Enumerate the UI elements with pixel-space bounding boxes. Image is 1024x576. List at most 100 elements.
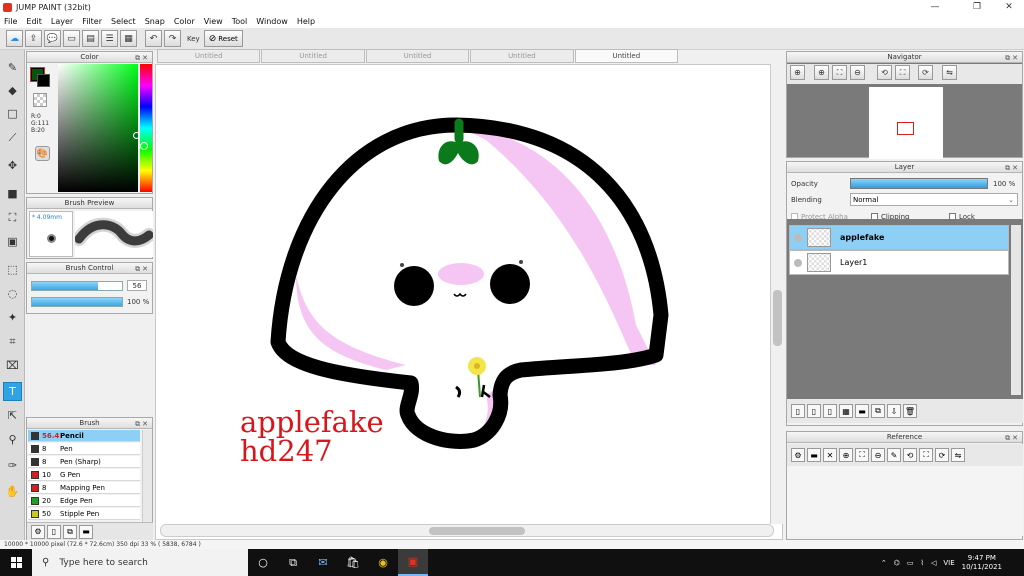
hue-marker[interactable] bbox=[140, 142, 148, 150]
hue-slider[interactable] bbox=[140, 64, 152, 192]
new-1bit-layer-icon[interactable]: ▯ bbox=[823, 404, 837, 418]
canvas-vertical-scrollbar[interactable] bbox=[770, 64, 783, 524]
taskbar-search[interactable]: ⚲ Type here to search bbox=[32, 549, 248, 576]
brush-list-item[interactable]: 10 G Pen bbox=[28, 469, 140, 481]
close-reference-icon[interactable]: ✕ bbox=[823, 448, 837, 462]
close-button[interactable]: ✕ bbox=[992, 0, 1024, 14]
menu-window[interactable]: Window bbox=[256, 17, 288, 26]
bucket-tool-icon[interactable]: ⛶ bbox=[3, 208, 22, 227]
drawing-canvas[interactable]: applefake hd247 bbox=[155, 64, 783, 540]
fit-icon[interactable]: ⛶ bbox=[855, 448, 869, 462]
navigator-viewport[interactable] bbox=[897, 122, 914, 135]
fit-window-icon[interactable]: ⛶ bbox=[832, 65, 847, 80]
menu-view[interactable]: View bbox=[204, 17, 223, 26]
flip-icon[interactable]: ⇋ bbox=[951, 448, 965, 462]
transparent-color[interactable] bbox=[33, 93, 47, 107]
menu-layer[interactable]: Layer bbox=[51, 17, 73, 26]
tab-untitled-4[interactable]: Untitled bbox=[470, 49, 574, 63]
flip-icon[interactable]: ⇋ bbox=[942, 65, 957, 80]
pen-tool-icon[interactable]: ✑ bbox=[3, 456, 22, 475]
brush-list-scrollbar[interactable] bbox=[142, 430, 152, 522]
duplicate-layer-icon[interactable]: ⧉ bbox=[871, 404, 885, 418]
horizontal-scroll-thumb[interactable] bbox=[429, 527, 525, 535]
tab-untitled-2[interactable]: Untitled bbox=[261, 49, 365, 63]
zoom-in-icon[interactable]: ⊕ bbox=[790, 65, 805, 80]
panel-controls[interactable]: ⧉✕ bbox=[1005, 53, 1020, 63]
brush-list-item[interactable]: 8 Mapping Pen bbox=[28, 482, 140, 494]
task-view-icon[interactable]: ⧉ bbox=[278, 549, 308, 576]
fill-rect-tool-icon[interactable]: ■ bbox=[3, 184, 22, 203]
text-tool-icon[interactable]: T bbox=[3, 382, 22, 401]
select-pen-icon[interactable]: ⌗ bbox=[3, 332, 22, 351]
layer-folder-icon[interactable]: ▬ bbox=[855, 404, 869, 418]
zoom-in-icon[interactable]: ⊕ bbox=[839, 448, 853, 462]
clock[interactable]: 9:47 PM 10/11/2021 bbox=[962, 554, 1002, 572]
volume-icon[interactable]: ◁ bbox=[931, 559, 936, 567]
canvas-horizontal-scrollbar[interactable] bbox=[160, 524, 774, 537]
color-swatches[interactable] bbox=[30, 67, 51, 88]
speech-bubble-icon[interactable]: 💬 bbox=[44, 30, 61, 47]
rect-select-icon[interactable]: ⬚ bbox=[3, 260, 22, 279]
chevron-up-icon[interactable]: ⌃ bbox=[881, 559, 887, 567]
start-button[interactable] bbox=[0, 549, 32, 576]
merge-layer-icon[interactable]: ⇩ bbox=[887, 404, 901, 418]
menu-filter[interactable]: Filter bbox=[82, 17, 102, 26]
panel-controls[interactable]: ⧉✕ bbox=[135, 53, 150, 63]
page-icon[interactable]: ▤ bbox=[82, 30, 99, 47]
layer-list-scrollbar[interactable] bbox=[1011, 225, 1021, 395]
reference-image-area[interactable] bbox=[787, 466, 1023, 536]
menu-snap[interactable]: Snap bbox=[145, 17, 165, 26]
copy-brush-icon[interactable]: ⧉ bbox=[63, 524, 77, 539]
undo-icon[interactable]: ↶ bbox=[145, 30, 162, 47]
store-icon[interactable]: 🛍 bbox=[338, 549, 368, 576]
rotate-left-icon[interactable]: ⟲ bbox=[903, 448, 917, 462]
battery-icon[interactable]: ▭ bbox=[907, 559, 914, 567]
mail-icon[interactable]: ✉ bbox=[308, 549, 338, 576]
vertical-scroll-thumb[interactable] bbox=[773, 290, 782, 346]
brush-list-item[interactable]: 20 Edge Pen bbox=[28, 495, 140, 507]
move-tool-icon[interactable]: ✥ bbox=[3, 156, 22, 175]
layer-row[interactable]: Layer1 bbox=[789, 250, 1009, 275]
brush-list-item[interactable]: 50 Stipple Pen bbox=[28, 508, 140, 520]
menu-select[interactable]: Select bbox=[111, 17, 136, 26]
wifi-icon[interactable]: ⌇ bbox=[921, 559, 924, 567]
reset-button[interactable]: ⊘ Reset bbox=[203, 30, 243, 47]
zoom-out-icon[interactable]: ⊖ bbox=[871, 448, 885, 462]
layer-opacity-slider[interactable] bbox=[850, 178, 988, 189]
rotate-right-icon[interactable]: ⟳ bbox=[918, 65, 933, 80]
saturation-value-field[interactable] bbox=[58, 64, 138, 192]
visibility-icon[interactable] bbox=[794, 233, 802, 242]
menu-edit[interactable]: Edit bbox=[26, 17, 42, 26]
zoom-out-icon[interactable]: ⊖ bbox=[850, 65, 865, 80]
panel-controls[interactable]: ⧉✕ bbox=[135, 264, 150, 274]
brush-list-item[interactable]: 8 Pen bbox=[28, 443, 140, 455]
language-indicator[interactable]: VIE bbox=[943, 559, 954, 567]
new-brush-icon[interactable]: ▯ bbox=[47, 524, 61, 539]
brush-tool-icon[interactable]: ✎ bbox=[3, 58, 22, 77]
reference-settings-icon[interactable]: ⚙ bbox=[791, 448, 805, 462]
brush-opacity-slider[interactable] bbox=[31, 297, 123, 307]
visibility-icon[interactable] bbox=[794, 258, 802, 267]
navigator-thumbnail[interactable] bbox=[869, 87, 943, 159]
brush-list-item[interactable]: 56.4 Pencil bbox=[28, 430, 140, 442]
menu-help[interactable]: Help bbox=[297, 17, 315, 26]
palette-icon[interactable]: 🎨 bbox=[35, 146, 50, 161]
share-icon[interactable]: ⇪ bbox=[25, 30, 42, 47]
restore-button[interactable]: ❐ bbox=[960, 0, 994, 14]
panel-controls[interactable]: ⧉✕ bbox=[1005, 433, 1020, 443]
rotate-right-icon[interactable]: ⟳ bbox=[935, 448, 949, 462]
magic-wand-icon[interactable]: ✦ bbox=[3, 308, 22, 327]
brush-size-slider[interactable] bbox=[31, 281, 123, 291]
list-icon[interactable]: ☰ bbox=[101, 30, 118, 47]
gradient-tool-icon[interactable]: ▣ bbox=[3, 232, 22, 251]
blending-select[interactable]: Normal ⌄ bbox=[850, 193, 1018, 206]
rotate-left-icon[interactable]: ⟲ bbox=[877, 65, 892, 80]
cortana-icon[interactable]: ○ bbox=[248, 549, 278, 576]
actual-size-icon[interactable]: ⛶ bbox=[919, 448, 933, 462]
layer-row[interactable]: applefake bbox=[789, 225, 1009, 250]
new-layer-icon[interactable]: ▯ bbox=[791, 404, 805, 418]
actual-size-icon[interactable]: ⛶ bbox=[895, 65, 910, 80]
eraser-tool-icon[interactable]: ◆ bbox=[3, 81, 22, 100]
shape-tool-icon[interactable]: □ bbox=[3, 104, 22, 123]
folder-icon[interactable]: ▬ bbox=[79, 524, 93, 539]
